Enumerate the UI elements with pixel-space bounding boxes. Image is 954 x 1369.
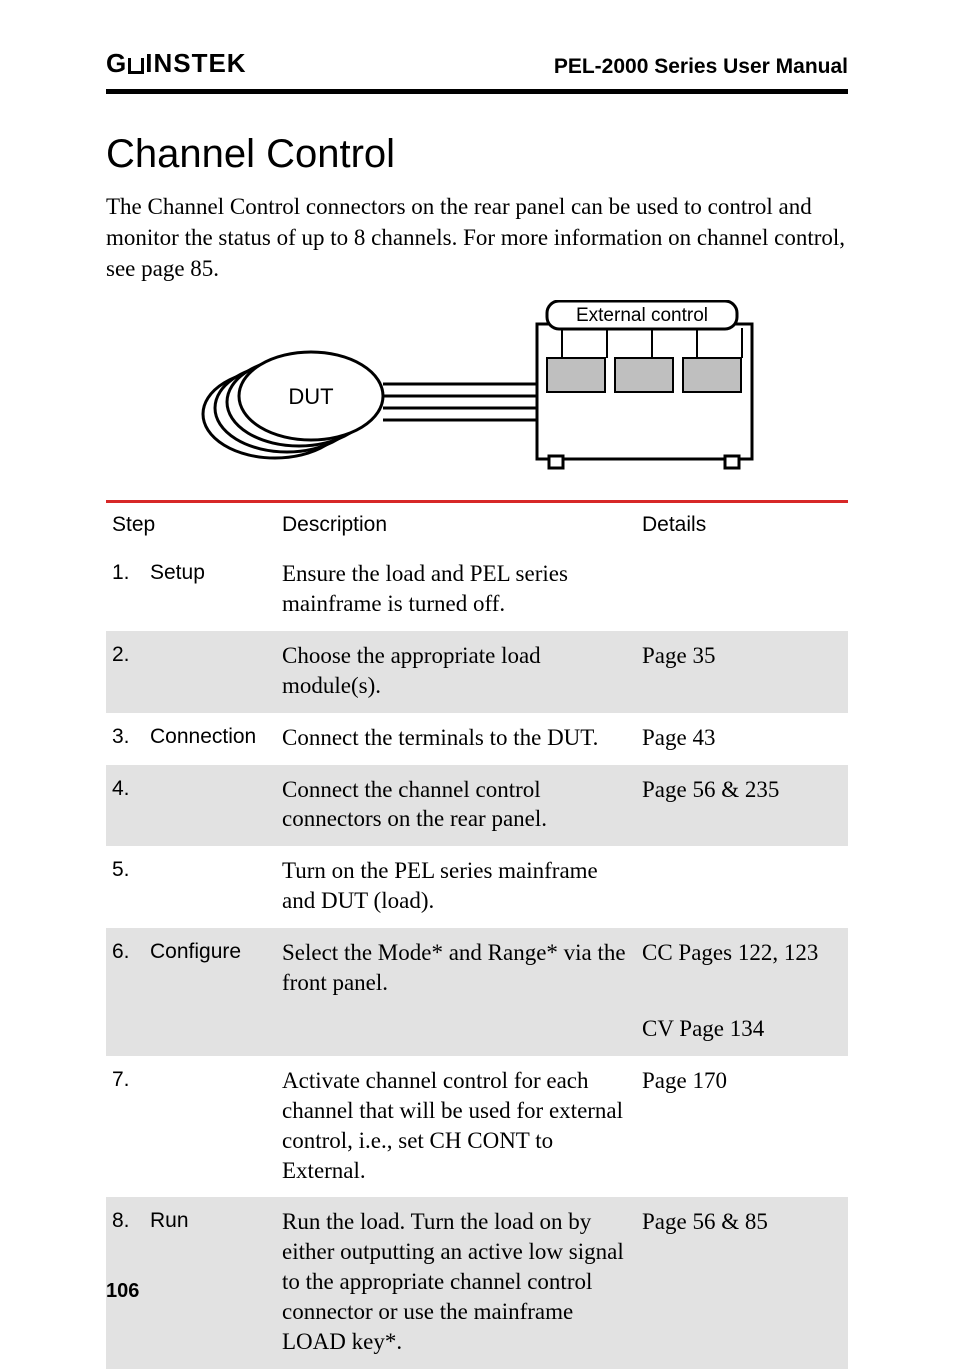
step-number: 1. <box>106 549 144 631</box>
page-number: 106 <box>106 1280 139 1303</box>
table-row: 2. Choose the appropriate load module(s).… <box>106 631 848 713</box>
table-row: CV Page 134 <box>106 1010 848 1056</box>
table-row: 8.RunRun the load. Turn the load on by e… <box>106 1197 848 1368</box>
step-description: Choose the appropriate load module(s). <box>276 631 636 713</box>
step-number: 2. <box>106 631 144 713</box>
step-number: 3. <box>106 713 144 765</box>
step-details: Page 56 & 85 <box>636 1197 848 1368</box>
step-number: 5. <box>106 846 144 928</box>
step-label <box>144 1056 276 1198</box>
step-label: Configure <box>144 928 276 1010</box>
step-details <box>636 549 848 631</box>
col-description: Description <box>276 503 636 549</box>
step-number: 6. <box>106 928 144 1010</box>
table-row: 7. Activate channel control for each chan… <box>106 1056 848 1198</box>
page-header: GINSTEK PEL-2000 Series User Manual <box>106 48 848 85</box>
step-details: Page 35 <box>636 631 848 713</box>
diagram: DUT <box>106 300 848 490</box>
step-description: Turn on the PEL series mainframe and DUT… <box>276 846 636 928</box>
step-details: Page 170 <box>636 1056 848 1198</box>
step-label: Setup <box>144 549 276 631</box>
steps-table: Step Description Details 1.SetupEnsure t… <box>106 503 848 1369</box>
step-details <box>636 846 848 928</box>
controller-label: External control <box>576 305 708 326</box>
step-label: Connection <box>144 713 276 765</box>
step-description: Connect the terminals to the DUT. <box>276 713 636 765</box>
step-label: Run <box>144 1197 276 1368</box>
table-header-row: Step Description Details <box>106 503 848 549</box>
dut-label: DUT <box>288 384 333 409</box>
step-label <box>144 765 276 847</box>
table-row: 5. Turn on the PEL series mainframe and D… <box>106 846 848 928</box>
manual-title: PEL-2000 Series User Manual <box>554 55 848 79</box>
step-description: Select the Mode* and Range* via the fron… <box>276 928 636 1010</box>
col-details: Details <box>636 503 848 549</box>
table-row: 1.SetupEnsure the load and PEL series ma… <box>106 549 848 631</box>
step-description: Connect the channel control connectors o… <box>276 765 636 847</box>
section-intro: The Channel Control connectors on the re… <box>106 191 848 284</box>
step-label <box>144 846 276 928</box>
table-row: 4. Connect the channel control connectors… <box>106 765 848 847</box>
col-step: Step <box>106 503 276 549</box>
step-details: Page 43 <box>636 713 848 765</box>
table-row: 3.ConnectionConnect the terminals to the… <box>106 713 848 765</box>
step-number: 7. <box>106 1056 144 1198</box>
step-number: 4. <box>106 765 144 847</box>
section-title: Channel Control <box>106 132 848 177</box>
step-label <box>144 631 276 713</box>
brand-u-glyph <box>128 58 144 74</box>
channel-control-diagram: DUT <box>197 300 757 490</box>
step-details: Page 56 & 235 <box>636 765 848 847</box>
step-details: CC Pages 122, 123 <box>636 928 848 1010</box>
step-details-extra: CV Page 134 <box>636 1010 848 1056</box>
step-description: Run the load. Turn the load on by either… <box>276 1197 636 1368</box>
step-description: Ensure the load and PEL series mainframe… <box>276 549 636 631</box>
table-row: 6.ConfigureSelect the Mode* and Range* v… <box>106 928 848 1010</box>
step-description: Activate channel control for each channe… <box>276 1056 636 1198</box>
header-rule <box>106 89 848 94</box>
brand-logo: GINSTEK <box>106 48 247 79</box>
